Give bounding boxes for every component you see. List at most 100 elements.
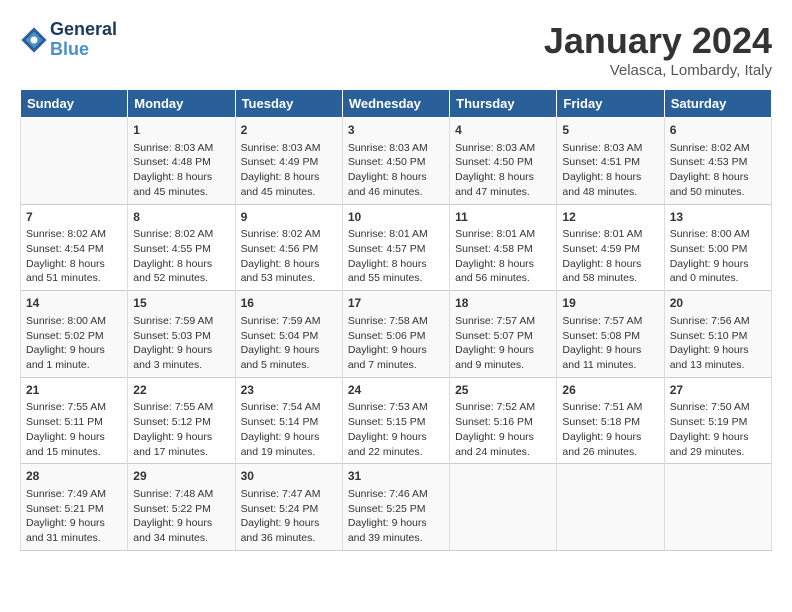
day-content: Sunrise: 7:53 AM Sunset: 5:15 PM Dayligh… — [348, 400, 444, 459]
day-number: 8 — [133, 209, 229, 226]
day-number: 20 — [670, 295, 766, 312]
day-number: 13 — [670, 209, 766, 226]
day-number: 30 — [241, 468, 337, 485]
day-number: 3 — [348, 122, 444, 139]
header-cell-tuesday: Tuesday — [235, 90, 342, 118]
week-row-4: 21Sunrise: 7:55 AM Sunset: 5:11 PM Dayli… — [21, 377, 772, 464]
calendar-cell: 7Sunrise: 8:02 AM Sunset: 4:54 PM Daylig… — [21, 204, 128, 291]
day-content: Sunrise: 8:02 AM Sunset: 4:53 PM Dayligh… — [670, 141, 766, 200]
calendar-cell: 16Sunrise: 7:59 AM Sunset: 5:04 PM Dayli… — [235, 291, 342, 378]
day-number: 26 — [562, 382, 658, 399]
calendar-cell: 31Sunrise: 7:46 AM Sunset: 5:25 PM Dayli… — [342, 464, 449, 551]
day-number: 14 — [26, 295, 122, 312]
day-content: Sunrise: 8:03 AM Sunset: 4:48 PM Dayligh… — [133, 141, 229, 200]
day-number: 9 — [241, 209, 337, 226]
header-cell-thursday: Thursday — [450, 90, 557, 118]
day-content: Sunrise: 7:46 AM Sunset: 5:25 PM Dayligh… — [348, 487, 444, 546]
title-block: January 2024 Velasca, Lombardy, Italy — [544, 20, 772, 79]
header-cell-sunday: Sunday — [21, 90, 128, 118]
calendar-cell: 5 Sunrise: 8:03 AM Sunset: 4:51 PM Daylig… — [557, 118, 664, 205]
day-content: Sunrise: 7:49 AM Sunset: 5:21 PM Dayligh… — [26, 487, 122, 546]
day-content: Sunrise: 8:02 AM Sunset: 4:54 PM Dayligh… — [26, 227, 122, 286]
page-header: General Blue January 2024 Velasca, Lomba… — [20, 20, 772, 79]
day-number: 18 — [455, 295, 551, 312]
calendar-cell — [664, 464, 771, 551]
day-content: Sunrise: 7:57 AM Sunset: 5:07 PM Dayligh… — [455, 314, 551, 373]
day-number: 11 — [455, 209, 551, 226]
location-subtitle: Velasca, Lombardy, Italy — [544, 62, 772, 79]
day-content: Sunrise: 7:58 AM Sunset: 5:06 PM Dayligh… — [348, 314, 444, 373]
day-number: 21 — [26, 382, 122, 399]
calendar-cell: 12Sunrise: 8:01 AM Sunset: 4:59 PM Dayli… — [557, 204, 664, 291]
calendar-cell — [21, 118, 128, 205]
calendar-cell: 21Sunrise: 7:55 AM Sunset: 5:11 PM Dayli… — [21, 377, 128, 464]
logo-text: General Blue — [50, 20, 117, 60]
day-content: Sunrise: 8:03 AM Sunset: 4:51 PM Dayligh… — [562, 141, 658, 200]
day-number: 17 — [348, 295, 444, 312]
day-number: 25 — [455, 382, 551, 399]
day-number: 10 — [348, 209, 444, 226]
day-content: Sunrise: 8:03 AM Sunset: 4:50 PM Dayligh… — [455, 141, 551, 200]
day-content: Sunrise: 8:00 AM Sunset: 5:00 PM Dayligh… — [670, 227, 766, 286]
day-number: 15 — [133, 295, 229, 312]
calendar-cell: 13Sunrise: 8:00 AM Sunset: 5:00 PM Dayli… — [664, 204, 771, 291]
day-content: Sunrise: 8:00 AM Sunset: 5:02 PM Dayligh… — [26, 314, 122, 373]
logo-icon — [20, 26, 48, 54]
calendar-cell: 18 Sunrise: 7:57 AM Sunset: 5:07 PM Dayli… — [450, 291, 557, 378]
calendar-cell: 1 Sunrise: 8:03 AM Sunset: 4:48 PM Daylig… — [128, 118, 235, 205]
calendar-cell: 11Sunrise: 8:01 AM Sunset: 4:58 PM Dayli… — [450, 204, 557, 291]
day-content: Sunrise: 7:51 AM Sunset: 5:18 PM Dayligh… — [562, 400, 658, 459]
month-title: January 2024 — [544, 20, 772, 62]
day-number: 1 — [133, 122, 229, 139]
calendar-cell: 10Sunrise: 8:01 AM Sunset: 4:57 PM Dayli… — [342, 204, 449, 291]
day-content: Sunrise: 8:03 AM Sunset: 4:49 PM Dayligh… — [241, 141, 337, 200]
day-number: 12 — [562, 209, 658, 226]
calendar-cell: 22Sunrise: 7:55 AM Sunset: 5:12 PM Dayli… — [128, 377, 235, 464]
calendar-cell: 30 Sunrise: 7:47 AM Sunset: 5:24 PM Dayli… — [235, 464, 342, 551]
week-row-5: 28 Sunrise: 7:49 AM Sunset: 5:21 PM Dayli… — [21, 464, 772, 551]
day-content: Sunrise: 8:01 AM Sunset: 4:57 PM Dayligh… — [348, 227, 444, 286]
week-row-3: 14 Sunrise: 8:00 AM Sunset: 5:02 PM Dayli… — [21, 291, 772, 378]
calendar-cell: 15 Sunrise: 7:59 AM Sunset: 5:03 PM Dayli… — [128, 291, 235, 378]
day-number: 19 — [562, 295, 658, 312]
calendar-cell: 2 Sunrise: 8:03 AM Sunset: 4:49 PM Daylig… — [235, 118, 342, 205]
calendar-cell: 19Sunrise: 7:57 AM Sunset: 5:08 PM Dayli… — [557, 291, 664, 378]
day-content: Sunrise: 7:47 AM Sunset: 5:24 PM Dayligh… — [241, 487, 337, 546]
day-number: 22 — [133, 382, 229, 399]
day-number: 6 — [670, 122, 766, 139]
calendar-cell: 9Sunrise: 8:02 AM Sunset: 4:56 PM Daylig… — [235, 204, 342, 291]
calendar-cell: 25Sunrise: 7:52 AM Sunset: 5:16 PM Dayli… — [450, 377, 557, 464]
day-content: Sunrise: 7:59 AM Sunset: 5:03 PM Dayligh… — [133, 314, 229, 373]
header-cell-saturday: Saturday — [664, 90, 771, 118]
week-row-2: 7Sunrise: 8:02 AM Sunset: 4:54 PM Daylig… — [21, 204, 772, 291]
day-number: 29 — [133, 468, 229, 485]
header-row: SundayMondayTuesdayWednesdayThursdayFrid… — [21, 90, 772, 118]
day-number: 2 — [241, 122, 337, 139]
day-number: 16 — [241, 295, 337, 312]
day-number: 4 — [455, 122, 551, 139]
calendar-cell: 23Sunrise: 7:54 AM Sunset: 5:14 PM Dayli… — [235, 377, 342, 464]
logo-line2: Blue — [50, 39, 89, 59]
calendar-cell: 24Sunrise: 7:53 AM Sunset: 5:15 PM Dayli… — [342, 377, 449, 464]
day-content: Sunrise: 7:55 AM Sunset: 5:11 PM Dayligh… — [26, 400, 122, 459]
header-cell-wednesday: Wednesday — [342, 90, 449, 118]
logo-line1: General — [50, 19, 117, 39]
day-number: 28 — [26, 468, 122, 485]
calendar-cell: 6 Sunrise: 8:02 AM Sunset: 4:53 PM Daylig… — [664, 118, 771, 205]
day-number: 27 — [670, 382, 766, 399]
calendar-cell: 27Sunrise: 7:50 AM Sunset: 5:19 PM Dayli… — [664, 377, 771, 464]
calendar-cell: 4 Sunrise: 8:03 AM Sunset: 4:50 PM Daylig… — [450, 118, 557, 205]
day-content: Sunrise: 7:50 AM Sunset: 5:19 PM Dayligh… — [670, 400, 766, 459]
day-number: 23 — [241, 382, 337, 399]
day-number: 24 — [348, 382, 444, 399]
calendar-cell — [450, 464, 557, 551]
day-number: 5 — [562, 122, 658, 139]
calendar-cell: 8Sunrise: 8:02 AM Sunset: 4:55 PM Daylig… — [128, 204, 235, 291]
calendar-cell: 17 Sunrise: 7:58 AM Sunset: 5:06 PM Dayli… — [342, 291, 449, 378]
calendar-cell: 28 Sunrise: 7:49 AM Sunset: 5:21 PM Dayli… — [21, 464, 128, 551]
day-content: Sunrise: 7:52 AM Sunset: 5:16 PM Dayligh… — [455, 400, 551, 459]
calendar-cell: 14 Sunrise: 8:00 AM Sunset: 5:02 PM Dayli… — [21, 291, 128, 378]
day-number: 7 — [26, 209, 122, 226]
day-content: Sunrise: 8:02 AM Sunset: 4:55 PM Dayligh… — [133, 227, 229, 286]
day-content: Sunrise: 7:55 AM Sunset: 5:12 PM Dayligh… — [133, 400, 229, 459]
